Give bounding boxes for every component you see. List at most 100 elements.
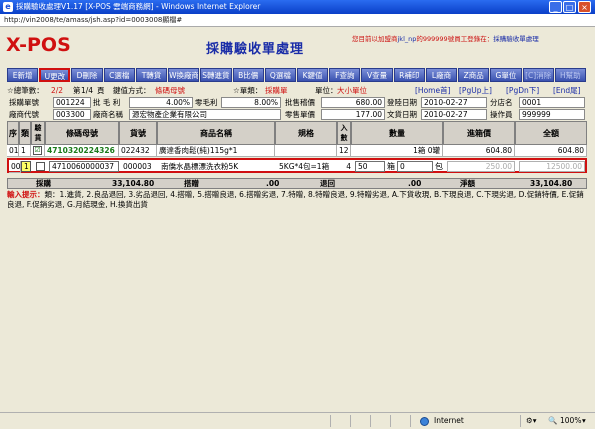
toolbar-button-6[interactable]: S轉進貨 <box>200 68 232 82</box>
globe-icon <box>420 417 429 426</box>
qty-box-unit: 箱 <box>387 162 395 171</box>
table-row-editing[interactable]: 00 1 4710060000037 000003 南僑水晶標漂洗衣粉5K 5K… <box>7 158 587 173</box>
toolbar-button-5[interactable]: W換廠商 <box>168 68 200 82</box>
col-header-check: 驗貨 <box>31 121 45 145</box>
row-name: 南僑水晶標漂洗衣粉5K <box>161 162 239 171</box>
form-row-2: 廠商代號 003300 廠商名稱 源宏物產企業有限公司 零售單價 177.00 … <box>7 109 587 121</box>
toolbar-button-3[interactable]: C選檔 <box>103 68 135 82</box>
welcome-message: 您目前以加盟商jkl_np的999999號員工登錄在：採購驗收單處理 <box>352 33 539 43</box>
minimize-button[interactable]: _ <box>549 1 562 13</box>
doc-type-label: ☆單類： <box>233 86 263 95</box>
gift-total-label: 搭贈 <box>184 179 199 188</box>
input-hint-title: 輸入提示： <box>7 190 45 199</box>
toolbar-button-10[interactable]: F查詢 <box>329 68 361 82</box>
input-hint: 輸入提示：類：1.進貨, 2.良品退回, 3.劣品退回, 4.搭贈, 5.搭贈良… <box>7 190 587 210</box>
row-item-no: 022432 <box>119 145 157 157</box>
col-header-pack: 入數 <box>337 121 351 145</box>
verify-checkbox[interactable] <box>36 162 45 171</box>
table-row[interactable]: 01 1 ☑ 4710320224326 022432 廣達香肉鬆(純)115g… <box>7 145 587 157</box>
toolbar-button-17[interactable]: H幫助 <box>554 68 586 82</box>
operator-label: 操作員 <box>490 110 513 119</box>
toolbar-button-0[interactable]: E新增 <box>7 68 39 82</box>
toolbar-button-13[interactable]: L廠商 <box>425 68 458 82</box>
toolbar-button-12[interactable]: R補印 <box>393 68 425 82</box>
qty-box-input[interactable]: 50 <box>355 161 385 172</box>
retail-total-label: 零售單價 <box>285 110 315 119</box>
page-title: 採購驗收單處理 <box>206 42 305 57</box>
verify-checkbox[interactable]: ☑ <box>33 146 42 155</box>
address-bar[interactable]: http://vin2008/te/amass/jsh.asp?id=00030… <box>0 14 595 27</box>
retail-total-field[interactable]: 177.00 <box>321 109 385 120</box>
nav-end[interactable]: [End尾] <box>553 85 581 97</box>
toolbar-button-14[interactable]: Z商品 <box>458 68 490 82</box>
toolbar-button-2[interactable]: D刪除 <box>71 68 103 82</box>
gift-total: .00 <box>266 179 280 188</box>
row-check-cell: ☑ <box>31 145 45 157</box>
retail-gross-label: 零毛利 <box>195 98 218 107</box>
form-row-1: 採購單號 001224 批 毛 利 4.00% 零毛利 8.00% 批售稽價 6… <box>7 97 587 109</box>
total-records-label: ☆總筆數： <box>7 86 44 95</box>
price-input[interactable]: 250.00 <box>447 161 515 172</box>
toolbar-button-11[interactable]: V查量 <box>361 68 393 82</box>
row-qty: 1箱 0罐 <box>351 145 443 157</box>
col-header-barcode: 條碼母號 <box>45 121 119 145</box>
row-pack: 4 <box>346 162 351 171</box>
toolbar-button-16[interactable]: [C]消除 <box>522 68 554 82</box>
maximize-button[interactable]: □ <box>563 1 576 13</box>
address-url[interactable]: http://vin2008/te/amass/jsh.asp?id=00030… <box>4 14 182 26</box>
col-header-amount: 全額 <box>515 121 587 145</box>
qty-pack-input[interactable]: 0 <box>397 161 433 172</box>
vendor-name-field[interactable]: 源宏物產企業有限公司 <box>129 109 281 120</box>
zoom-icon: 🔍 <box>548 416 558 425</box>
toolbar-button-9[interactable]: K鍵值 <box>297 68 329 82</box>
close-button[interactable]: × <box>578 1 591 13</box>
branch-field[interactable]: 0001 <box>519 97 585 108</box>
vendor-name-label: 廠商名稱 <box>93 110 123 119</box>
col-header-item-no: 貨號 <box>119 121 157 145</box>
status-row: ☆總筆數： 2/2 第 1/4 頁 鍵值方式： 條碼母號 ☆單類： 採購單 單位… <box>7 85 587 97</box>
protected-mode-icon[interactable]: ⚙▾ <box>526 413 537 429</box>
row-kind: 1 <box>19 145 31 157</box>
vendor-code-field[interactable]: 003300 <box>53 109 91 120</box>
return-total: .00 <box>408 179 422 188</box>
login-date-field[interactable]: 2010-02-27 <box>421 97 487 108</box>
gross-label: 批 毛 利 <box>93 98 121 107</box>
purchase-total-label: 採購 <box>36 179 51 188</box>
vendor-code-label: 廠商代號 <box>9 110 39 119</box>
branch-label: 分店名 <box>490 98 513 107</box>
col-header-seq: 序 <box>7 121 19 145</box>
login-date-label: 登陸日期 <box>387 98 417 107</box>
unit-label: 單位： <box>315 86 338 95</box>
order-no-field[interactable]: 001224 <box>53 97 91 108</box>
qty-pack-unit: 包 <box>435 162 443 171</box>
barcode-input[interactable]: 4710060000037 <box>49 161 119 172</box>
operator-field[interactable]: 999999 <box>519 109 585 120</box>
kind-input[interactable]: 1 <box>21 161 31 172</box>
toolbar-button-7[interactable]: B比價 <box>232 68 264 82</box>
retail-gross-field[interactable]: 8.00% <box>221 97 281 108</box>
window-titlebar: e 採購驗收處理V1.17 [X-POS 雲端商務網] - Windows In… <box>0 0 595 14</box>
current-module: 採購驗收單處理 <box>493 35 539 43</box>
page-label: 第 <box>73 86 81 95</box>
zoom-dropdown-icon[interactable]: ▾ <box>582 413 586 429</box>
toolbar-button-8[interactable]: Q選檔 <box>264 68 296 82</box>
net-total: 33,104.80 <box>530 179 573 188</box>
total-records-value: 2/2 <box>51 86 64 95</box>
toolbar-button-1[interactable]: U更改 <box>39 68 71 82</box>
wholesale-total-label: 批售稽價 <box>285 98 315 107</box>
user-code: jkl_np <box>397 35 417 43</box>
gross-field[interactable]: 4.00% <box>129 97 193 108</box>
nav-pgdn[interactable]: [PgDn下] <box>506 85 539 97</box>
row-spec <box>275 145 337 157</box>
zoom-level[interactable]: 100% <box>560 413 581 429</box>
toolbar-button-15[interactable]: G單位 <box>490 68 522 82</box>
toolbar-button-4[interactable]: T轉貨 <box>135 68 168 82</box>
totals-row: 採購 33,104.80 搭贈 .00 退回 .00 淨額 33,104.80 <box>7 178 587 189</box>
nav-pgup[interactable]: [PgUp上] <box>459 85 492 97</box>
nav-home[interactable]: [Home首] <box>415 85 451 97</box>
doc-date-field[interactable]: 2010-02-27 <box>421 109 487 120</box>
wholesale-total-field[interactable]: 680.00 <box>321 97 385 108</box>
welcome-mid: 的999999號員工登錄在： <box>416 35 494 43</box>
unit-value: 大小單位 <box>337 86 367 95</box>
amount-input[interactable]: 12500.00 <box>519 161 585 172</box>
